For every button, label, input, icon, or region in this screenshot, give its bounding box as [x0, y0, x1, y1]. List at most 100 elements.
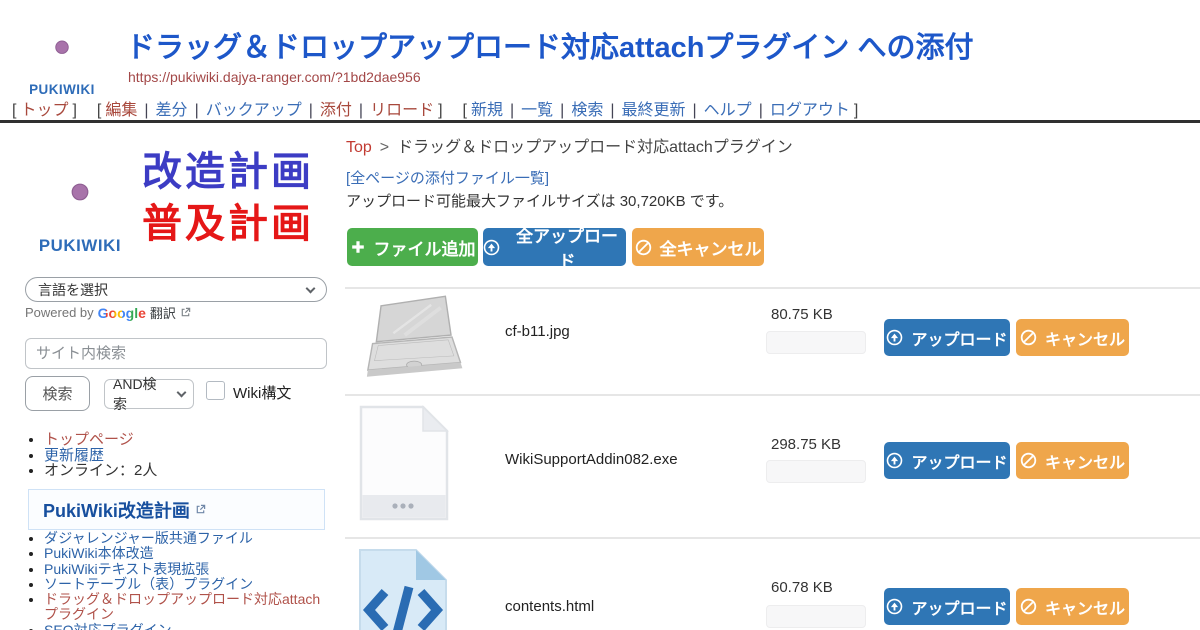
upload-label: アップロード: [911, 595, 1007, 619]
file-name: contents.html: [505, 598, 594, 615]
nav-link-recent[interactable]: 最終更新: [622, 102, 686, 119]
chevron-down-icon: [306, 283, 316, 293]
header-divider: [0, 120, 1200, 123]
list-item: トップページ: [44, 432, 157, 448]
nav-link-help[interactable]: ヘルプ: [704, 102, 752, 119]
cancel-button[interactable]: キャンセル: [1016, 442, 1129, 479]
language-select[interactable]: 言語を選択: [25, 277, 327, 302]
sidebar-quick-links: トップページ 更新履歴 オンライン：2人: [44, 432, 157, 479]
nav-separator: |: [693, 102, 697, 119]
logo-line-fukyu: 普及計画: [142, 198, 314, 250]
nav-link-attach[interactable]: 添付: [320, 102, 352, 119]
language-select-value: 言語を選択: [38, 280, 108, 300]
pukiwiki-attach-page: ドラッグ＆ドロップアップロード対応attachプラグイン への添付 https:…: [0, 0, 1200, 630]
nav-link-reload[interactable]: リロード: [370, 102, 434, 119]
cancel-all-button[interactable]: 全キャンセル: [632, 228, 764, 266]
cancel-label: キャンセル: [1045, 595, 1125, 619]
external-link-icon: [195, 504, 206, 515]
upload-all-button[interactable]: 全アップロード: [483, 228, 626, 266]
nav-bracket: [: [97, 102, 101, 119]
nav-link-search[interactable]: 検索: [571, 102, 603, 119]
file-size: 60.78 KB: [771, 579, 833, 596]
nav-separator: |: [610, 102, 614, 119]
laptop-photo-thumbnail: [365, 293, 469, 381]
list-item: SEO対応プラグイン: [44, 623, 329, 630]
nav-link-logout[interactable]: ログアウト: [770, 102, 850, 119]
nav-link-new[interactable]: 新規: [471, 102, 503, 119]
sidebar-link-sort-table[interactable]: ソートテーブル（表）プラグイン: [44, 576, 253, 592]
upload-circle-icon: [483, 239, 500, 256]
site-logo-text: 改造計画 普及計画: [142, 146, 314, 250]
nav-link-list[interactable]: 一覧: [521, 102, 553, 119]
progress-bar: [766, 605, 866, 628]
upload-label: アップロード: [911, 449, 1007, 473]
translate-link[interactable]: 翻訳: [150, 303, 176, 322]
sidebar-link-recent-changes[interactable]: 更新履歴: [44, 447, 104, 464]
nav-link-top[interactable]: トップ: [20, 102, 68, 119]
wiki-syntax-checkbox[interactable]: [206, 381, 225, 400]
upload-circle-icon: [886, 329, 903, 346]
nav-separator: |: [144, 102, 148, 119]
cancel-button[interactable]: キャンセル: [1016, 319, 1129, 356]
cancel-label: キャンセル: [1045, 326, 1125, 350]
file-row-cf-b11: cf-b11.jpg 80.75 KB アップロード キャンセル: [345, 287, 1200, 394]
page-url-link[interactable]: https://pukiwiki.dajya-ranger.com/?1bd2d…: [128, 69, 421, 85]
nav-separator: |: [195, 102, 199, 119]
breadcrumb-current-page: ドラッグ＆ドロップアップロード対応attachプラグイン: [397, 139, 793, 156]
file-name: cf-b11.jpg: [505, 323, 570, 340]
cancel-button[interactable]: キャンセル: [1016, 588, 1129, 625]
translate-attribution: Powered by Google 翻訳: [25, 303, 191, 322]
add-file-button[interactable]: ファイル追加: [347, 228, 478, 266]
ban-circle-icon: [635, 239, 652, 256]
wiki-syntax-label: Wiki構文: [233, 382, 291, 403]
sidebar-site-logo[interactable]: 改造計画 普及計画: [20, 138, 314, 258]
nav-separator: |: [510, 102, 514, 119]
list-item: PukiWiki本体改造: [44, 546, 329, 561]
nav-bracket: ]: [438, 102, 442, 119]
nav-link-backup[interactable]: バックアップ: [206, 102, 302, 119]
file-row-exe: WikiSupportAddin082.exe 298.75 KB アップロード…: [345, 394, 1200, 537]
file-size: 298.75 KB: [771, 436, 841, 453]
add-file-label: ファイル追加: [374, 235, 476, 260]
html-file-icon: [353, 546, 453, 630]
upload-button[interactable]: アップロード: [884, 442, 1010, 479]
upload-button[interactable]: アップロード: [884, 319, 1010, 356]
nav-separator: |: [759, 102, 763, 119]
sidebar-link-text-ext[interactable]: PukiWikiテキスト表現拡張: [44, 561, 209, 577]
ban-circle-icon: [1020, 598, 1037, 615]
progress-bar: [766, 460, 866, 483]
nav-separator: |: [309, 102, 313, 119]
sidebar-section-heading[interactable]: PukiWiki改造計画: [28, 489, 325, 530]
attachment-list-link[interactable]: [全ページの添付ファイル一覧]: [346, 167, 549, 188]
site-search-input[interactable]: [25, 338, 327, 369]
pukiwiki-logo[interactable]: [14, 4, 110, 100]
upload-circle-icon: [886, 598, 903, 615]
search-mode-select[interactable]: AND検索: [104, 379, 194, 409]
breadcrumb-separator: >: [380, 139, 389, 156]
list-item: ダジャレンジャー版共通ファイル: [44, 531, 329, 546]
upload-button[interactable]: アップロード: [884, 588, 1010, 625]
sidebar-link-common-files[interactable]: ダジャレンジャー版共通ファイル: [44, 530, 253, 546]
sidebar-link-core-mods[interactable]: PukiWiki本体改造: [44, 545, 154, 561]
generic-file-icon: [353, 403, 453, 523]
nav-link-edit[interactable]: 編集: [105, 102, 137, 119]
breadcrumb-top-link[interactable]: Top: [346, 139, 372, 156]
max-filesize-text: アップロード可能最大ファイルサイズは 30,720KB です。: [346, 190, 733, 211]
sidebar-link-dnd-attach[interactable]: ドラッグ＆ドロップアップロード対応attachプラグイン: [44, 591, 320, 622]
nav-bracket: [: [12, 102, 16, 119]
search-button[interactable]: 検索: [25, 376, 90, 411]
list-item: 更新履歴: [44, 448, 157, 464]
upload-label: アップロード: [911, 326, 1007, 350]
sidebar-link-top-page[interactable]: トップページ: [44, 431, 134, 448]
nav-link-diff[interactable]: 差分: [156, 102, 188, 119]
online-status: オンライン：2人: [44, 462, 157, 479]
top-nav: [トップ][編集|差分|バックアップ|添付|リロード][新規|一覧|検索|最終更…: [8, 96, 862, 120]
progress-bar: [766, 331, 866, 354]
page-title: ドラッグ＆ドロップアップロード対応attachプラグイン への添付: [126, 24, 973, 66]
sidebar-link-seo-plugin[interactable]: SEO対応プラグイン: [44, 622, 172, 630]
list-item: ドラッグ＆ドロップアップロード対応attachプラグイン: [44, 592, 329, 623]
search-mode-value: AND検索: [113, 374, 170, 414]
ban-circle-icon: [1020, 452, 1037, 469]
list-item: オンライン：2人: [44, 463, 157, 479]
pukiwiki-atom-icon: [20, 138, 140, 258]
